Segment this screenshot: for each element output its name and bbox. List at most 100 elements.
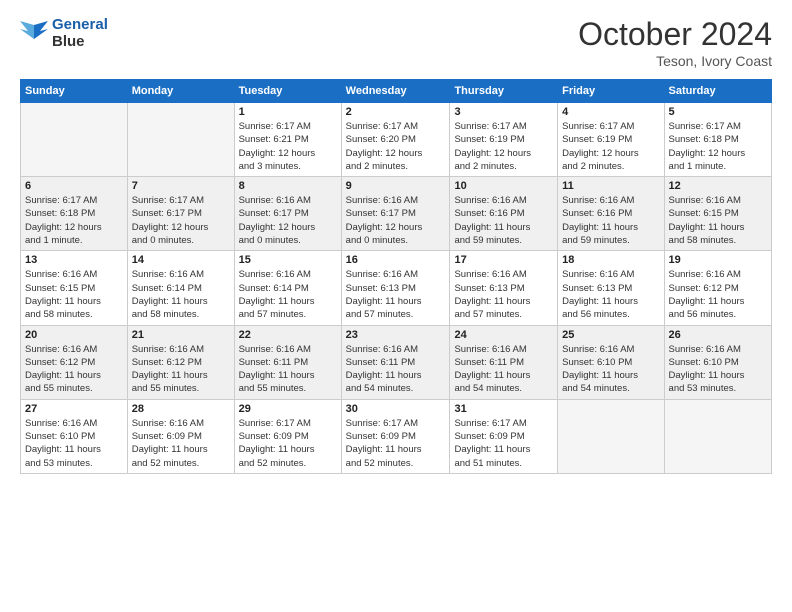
weekday-header: Friday (558, 80, 664, 103)
day-number: 18 (562, 254, 659, 266)
day-number: 8 (239, 180, 337, 192)
location-subtitle: Teson, Ivory Coast (578, 53, 772, 69)
day-info: Sunrise: 6:16 AM Sunset: 6:14 PM Dayligh… (132, 268, 230, 321)
calendar-cell: 20Sunrise: 6:16 AM Sunset: 6:12 PM Dayli… (21, 325, 128, 399)
day-info: Sunrise: 6:17 AM Sunset: 6:19 PM Dayligh… (562, 120, 659, 173)
day-number: 11 (562, 180, 659, 192)
calendar-cell: 25 Sunrise: 6:16 AM Sunset: 6:10 PM Dayli… (558, 325, 664, 399)
day-info: Sunrise: 6:16 AM Sunset: 6:13 PM Dayligh… (346, 268, 446, 321)
calendar-cell: 22 Sunrise: 6:16 AM Sunset: 6:11 PM Dayli… (234, 325, 341, 399)
weekday-header: Monday (127, 80, 234, 103)
day-number: 19 (669, 254, 767, 266)
calendar-header-row: SundayMondayTuesdayWednesdayThursdayFrid… (21, 80, 772, 103)
calendar-cell: 10Sunrise: 6:16 AM Sunset: 6:16 PM Dayli… (450, 177, 558, 251)
day-number: 9 (346, 180, 446, 192)
day-number: 14 (132, 254, 230, 266)
day-number: 6 (25, 180, 123, 192)
calendar-cell: 23Sunrise: 6:16 AM Sunset: 6:11 PM Dayli… (341, 325, 450, 399)
day-number: 2 (346, 106, 446, 118)
day-number: 12 (669, 180, 767, 192)
day-info: Sunrise: 6:16 AM Sunset: 6:11 PM Dayligh… (239, 343, 337, 396)
month-title: October 2024 (578, 16, 772, 53)
calendar-cell: 21 Sunrise: 6:16 AM Sunset: 6:12 PM Dayli… (127, 325, 234, 399)
day-info: Sunrise: 6:16 AM Sunset: 6:10 PM Dayligh… (562, 343, 659, 396)
day-number: 20 (25, 329, 123, 341)
day-info: Sunrise: 6:16 AM Sunset: 6:12 PM Dayligh… (132, 343, 230, 396)
page: General Blue October 2024 Teson, Ivory C… (0, 0, 792, 612)
day-number: 26 (669, 329, 767, 341)
day-number: 29 (239, 403, 337, 415)
calendar-week-row: 13Sunrise: 6:16 AM Sunset: 6:15 PM Dayli… (21, 251, 772, 325)
day-info: Sunrise: 6:16 AM Sunset: 6:12 PM Dayligh… (669, 268, 767, 321)
calendar-cell (664, 399, 771, 473)
calendar-cell: 19 Sunrise: 6:16 AM Sunset: 6:12 PM Dayli… (664, 251, 771, 325)
day-number: 24 (454, 329, 553, 341)
day-number: 7 (132, 180, 230, 192)
day-info: Sunrise: 6:16 AM Sunset: 6:15 PM Dayligh… (25, 268, 123, 321)
calendar-cell: 7Sunrise: 6:17 AM Sunset: 6:17 PM Daylig… (127, 177, 234, 251)
day-number: 21 (132, 329, 230, 341)
logo-icon (20, 21, 48, 45)
calendar-week-row: 1Sunrise: 6:17 AM Sunset: 6:21 PM Daylig… (21, 103, 772, 177)
calendar-week-row: 6 Sunrise: 6:17 AM Sunset: 6:18 PM Daylig… (21, 177, 772, 251)
calendar-cell: 5Sunrise: 6:17 AM Sunset: 6:18 PM Daylig… (664, 103, 771, 177)
day-number: 22 (239, 329, 337, 341)
day-number: 1 (239, 106, 337, 118)
day-info: Sunrise: 6:16 AM Sunset: 6:14 PM Dayligh… (239, 268, 337, 321)
day-number: 31 (454, 403, 553, 415)
day-number: 10 (454, 180, 553, 192)
day-number: 30 (346, 403, 446, 415)
calendar-week-row: 20 Sunrise: 6:16 AM Sunset: 6:12 PM Dayli… (21, 325, 772, 399)
calendar-cell: 26Sunrise: 6:16 AM Sunset: 6:10 PM Dayli… (664, 325, 771, 399)
calendar-cell: 17 Sunrise: 6:16 AM Sunset: 6:13 PM Dayli… (450, 251, 558, 325)
day-info: Sunrise: 6:17 AM Sunset: 6:18 PM Dayligh… (25, 194, 123, 247)
header: General Blue October 2024 Teson, Ivory C… (20, 16, 772, 69)
calendar-cell: 4 Sunrise: 6:17 AM Sunset: 6:19 PM Daylig… (558, 103, 664, 177)
weekday-header: Sunday (21, 80, 128, 103)
title-block: October 2024 Teson, Ivory Coast (578, 16, 772, 69)
calendar-cell: 15Sunrise: 6:16 AM Sunset: 6:14 PM Dayli… (234, 251, 341, 325)
day-info: Sunrise: 6:16 AM Sunset: 6:13 PM Dayligh… (454, 268, 553, 321)
day-info: Sunrise: 6:17 AM Sunset: 6:09 PM Dayligh… (239, 417, 337, 470)
calendar-cell: 8Sunrise: 6:16 AM Sunset: 6:17 PM Daylig… (234, 177, 341, 251)
logo-text: General Blue (52, 16, 108, 50)
day-info: Sunrise: 6:16 AM Sunset: 6:13 PM Dayligh… (562, 268, 659, 321)
calendar-cell: 1Sunrise: 6:17 AM Sunset: 6:21 PM Daylig… (234, 103, 341, 177)
day-number: 4 (562, 106, 659, 118)
calendar-cell: 27 Sunrise: 6:16 AM Sunset: 6:10 PM Dayli… (21, 399, 128, 473)
weekday-header: Tuesday (234, 80, 341, 103)
calendar-cell: 24 Sunrise: 6:16 AM Sunset: 6:11 PM Dayli… (450, 325, 558, 399)
day-info: Sunrise: 6:16 AM Sunset: 6:11 PM Dayligh… (346, 343, 446, 396)
weekday-header: Thursday (450, 80, 558, 103)
calendar-cell: 18 Sunrise: 6:16 AM Sunset: 6:13 PM Dayli… (558, 251, 664, 325)
calendar-cell: 3Sunrise: 6:17 AM Sunset: 6:19 PM Daylig… (450, 103, 558, 177)
day-info: Sunrise: 6:17 AM Sunset: 6:09 PM Dayligh… (346, 417, 446, 470)
calendar-cell: 16Sunrise: 6:16 AM Sunset: 6:13 PM Dayli… (341, 251, 450, 325)
calendar-cell (21, 103, 128, 177)
calendar-table: SundayMondayTuesdayWednesdayThursdayFrid… (20, 79, 772, 474)
day-info: Sunrise: 6:16 AM Sunset: 6:17 PM Dayligh… (346, 194, 446, 247)
day-info: Sunrise: 6:16 AM Sunset: 6:11 PM Dayligh… (454, 343, 553, 396)
day-number: 27 (25, 403, 123, 415)
calendar-cell: 13Sunrise: 6:16 AM Sunset: 6:15 PM Dayli… (21, 251, 128, 325)
day-info: Sunrise: 6:17 AM Sunset: 6:20 PM Dayligh… (346, 120, 446, 173)
calendar-cell: 11Sunrise: 6:16 AM Sunset: 6:16 PM Dayli… (558, 177, 664, 251)
day-info: Sunrise: 6:16 AM Sunset: 6:10 PM Dayligh… (25, 417, 123, 470)
weekday-header: Wednesday (341, 80, 450, 103)
calendar-cell: 12Sunrise: 6:16 AM Sunset: 6:15 PM Dayli… (664, 177, 771, 251)
calendar-cell: 30 Sunrise: 6:17 AM Sunset: 6:09 PM Dayli… (341, 399, 450, 473)
calendar-week-row: 27 Sunrise: 6:16 AM Sunset: 6:10 PM Dayli… (21, 399, 772, 473)
weekday-header: Saturday (664, 80, 771, 103)
calendar-cell: 31Sunrise: 6:17 AM Sunset: 6:09 PM Dayli… (450, 399, 558, 473)
day-number: 25 (562, 329, 659, 341)
calendar-cell: 29 Sunrise: 6:17 AM Sunset: 6:09 PM Dayli… (234, 399, 341, 473)
day-info: Sunrise: 6:17 AM Sunset: 6:19 PM Dayligh… (454, 120, 553, 173)
day-number: 17 (454, 254, 553, 266)
calendar-cell: 2 Sunrise: 6:17 AM Sunset: 6:20 PM Daylig… (341, 103, 450, 177)
calendar-cell: 6 Sunrise: 6:17 AM Sunset: 6:18 PM Daylig… (21, 177, 128, 251)
calendar-cell: 28 Sunrise: 6:16 AM Sunset: 6:09 PM Dayli… (127, 399, 234, 473)
day-number: 28 (132, 403, 230, 415)
day-info: Sunrise: 6:16 AM Sunset: 6:09 PM Dayligh… (132, 417, 230, 470)
calendar-cell (558, 399, 664, 473)
calendar-cell: 14 Sunrise: 6:16 AM Sunset: 6:14 PM Dayli… (127, 251, 234, 325)
